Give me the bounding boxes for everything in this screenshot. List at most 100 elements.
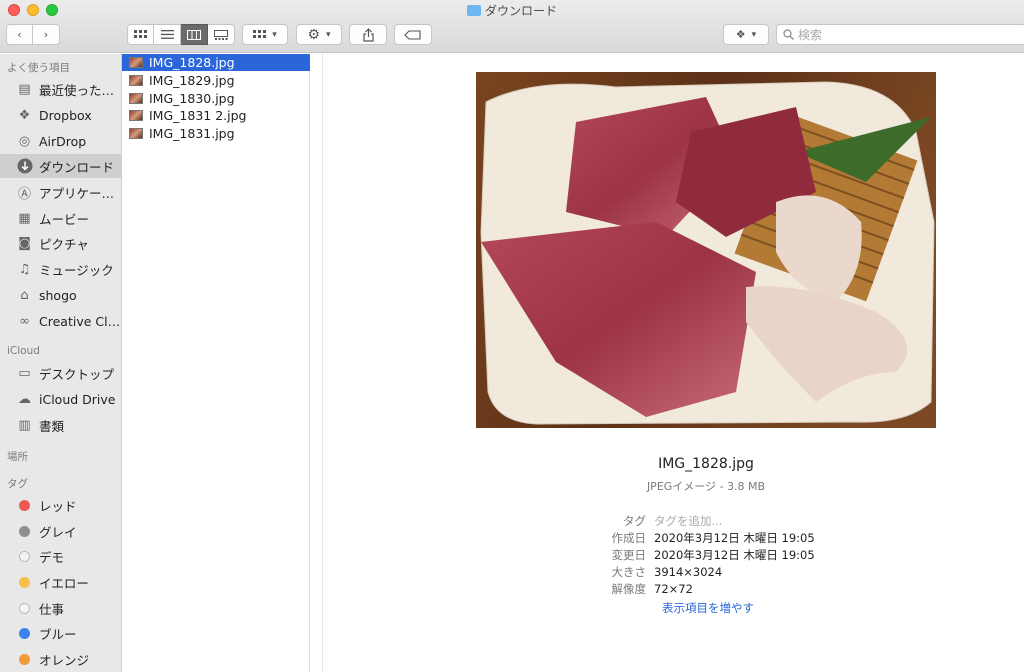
meta-value: 3914×3024	[654, 565, 723, 579]
sidebar: よく使う項目 ▤ 最近使った… ❖ Dropbox ◎ AirDrop ダウンロ…	[0, 54, 122, 672]
toolbar: ダウンロード ‹ › ▾ ⚙ ▾ ❖ ▾ 検索	[0, 0, 1024, 53]
preview-image	[476, 72, 936, 428]
meta-row-dimensions: 大きさ 3914×3024	[592, 564, 952, 580]
sidebar-item-dropbox[interactable]: ❖ Dropbox	[0, 103, 122, 127]
applications-icon: Ⓐ	[17, 186, 31, 202]
sidebar-item-downloads[interactable]: ダウンロード	[0, 154, 122, 178]
meta-key: 変更日	[611, 548, 647, 562]
image-thumbnail	[129, 128, 143, 139]
tag-color-dot	[19, 602, 30, 614]
movies-icon: ▦	[18, 210, 31, 226]
folder-icon	[466, 5, 481, 16]
sidebar-item-recents[interactable]: ▤ 最近使った…	[0, 77, 122, 101]
back-button[interactable]: ‹	[6, 24, 33, 45]
file-item[interactable]: IMG_1828.jpg	[122, 54, 310, 71]
meta-row-tags: タグ タグを追加...	[592, 513, 952, 529]
sidebar-tag-blue[interactable]: ブルー	[0, 621, 122, 645]
dropbox-button[interactable]: ❖ ▾	[723, 24, 769, 45]
chevron-left-icon: ‹	[17, 28, 22, 41]
gallery-view-icon	[214, 29, 228, 40]
image-thumbnail	[129, 93, 143, 104]
tag-color-dot	[19, 653, 30, 665]
nav-buttons: ‹ ›	[6, 24, 60, 45]
column-view-button[interactable]	[181, 24, 208, 45]
sidebar-item-airdrop[interactable]: ◎ AirDrop	[0, 129, 122, 153]
sidebar-item-desktop[interactable]: ▭ デスクトップ	[0, 361, 122, 385]
sidebar-tag-gray[interactable]: グレイ	[0, 519, 122, 543]
downloads-icon	[16, 158, 33, 175]
meta-key: 作成日	[611, 531, 647, 545]
sidebar-header-favorites: よく使う項目	[7, 62, 70, 74]
sidebar-tag-demo[interactable]: デモ	[0, 544, 122, 568]
sidebar-tag-orange[interactable]: オレンジ	[0, 647, 122, 671]
share-button[interactable]	[349, 24, 387, 45]
file-item[interactable]: IMG_1830.jpg	[122, 90, 310, 107]
desktop-icon: ▭	[18, 365, 31, 381]
tag-color-dot	[19, 499, 30, 511]
creative-cloud-icon: ∞	[19, 313, 30, 329]
sidebar-tag-red[interactable]: レッド	[0, 493, 122, 517]
image-thumbnail	[129, 110, 143, 121]
show-more-link[interactable]: 表示項目を増やす	[662, 600, 754, 616]
meta-value: 2020年3月12日 木曜日 19:05	[654, 548, 815, 562]
sidebar-item-documents[interactable]: ▥ 書類	[0, 413, 122, 437]
search-icon	[783, 29, 794, 40]
group-icon	[253, 30, 267, 38]
chevron-down-icon: ▾	[326, 29, 331, 40]
file-item[interactable]: IMG_1831 2.jpg	[122, 107, 310, 124]
gallery-view-button[interactable]	[208, 24, 235, 45]
meta-value: 2020年3月12日 木曜日 19:05	[654, 531, 815, 545]
icon-view-icon	[134, 30, 147, 38]
file-item[interactable]: IMG_1831.jpg	[122, 125, 310, 142]
tag-color-dot	[19, 576, 30, 588]
sidebar-item-movies[interactable]: ▦ ムービー	[0, 206, 122, 230]
file-item[interactable]: IMG_1829.jpg	[122, 72, 310, 89]
home-icon: ⌂	[20, 287, 29, 303]
sidebar-item-music[interactable]: ♫ ミュージック	[0, 257, 122, 281]
list-view-button[interactable]	[154, 24, 181, 45]
share-icon	[362, 27, 374, 42]
group-button[interactable]: ▾	[242, 24, 288, 45]
sidebar-tag-yellow[interactable]: イエロー	[0, 570, 122, 594]
icon-view-button[interactable]	[127, 24, 154, 45]
airdrop-icon: ◎	[18, 133, 31, 149]
sidebar-item-applications[interactable]: Ⓐ アプリケー…	[0, 180, 122, 204]
music-icon: ♫	[18, 261, 31, 277]
sidebar-header-icloud: iCloud	[7, 345, 40, 357]
sidebar-item-creative-cloud[interactable]: ∞ Creative Cl…	[0, 309, 122, 333]
meta-row-created: 作成日 2020年3月12日 木曜日 19:05	[592, 530, 952, 546]
search-placeholder: 検索	[798, 28, 823, 42]
view-mode-control	[127, 24, 235, 45]
tag-icon	[404, 29, 421, 40]
sidebar-header-tags: タグ	[7, 478, 28, 490]
file-column: IMG_1828.jpg IMG_1829.jpg IMG_1830.jpg I…	[122, 54, 310, 672]
sidebar-item-home[interactable]: ⌂ shogo	[0, 283, 122, 307]
search-field[interactable]: 検索	[776, 24, 1024, 45]
gear-icon: ⚙	[307, 26, 321, 43]
sidebar-header-places: 場所	[7, 451, 28, 463]
image-thumbnail	[129, 75, 143, 86]
sidebar-tag-work[interactable]: 仕事	[0, 596, 122, 620]
list-view-icon	[160, 30, 174, 39]
column-divider[interactable]	[322, 54, 323, 672]
chevron-down-icon: ▾	[272, 29, 277, 40]
meta-value: 72×72	[654, 582, 693, 596]
preview-kind: JPEGイメージ - 3.8 MB	[646, 480, 766, 493]
tags-button[interactable]	[394, 24, 432, 45]
column-view-icon	[187, 29, 201, 40]
dropbox-icon: ❖	[18, 107, 31, 123]
tag-color-dot	[19, 525, 30, 537]
meta-row-modified: 変更日 2020年3月12日 木曜日 19:05	[592, 547, 952, 563]
window-title: ダウンロード	[0, 2, 1024, 19]
add-tag-field[interactable]: タグを追加...	[654, 513, 722, 529]
image-thumbnail	[129, 57, 143, 68]
tag-color-dot	[19, 627, 30, 639]
forward-button[interactable]: ›	[33, 24, 60, 45]
dropbox-icon: ❖	[735, 28, 746, 41]
chevron-right-icon: ›	[43, 28, 49, 41]
preview-filename: IMG_1828.jpg	[658, 456, 754, 472]
sidebar-item-icloud-drive[interactable]: ☁ iCloud Drive	[0, 387, 122, 411]
recents-icon: ▤	[18, 81, 31, 97]
action-button[interactable]: ⚙ ▾	[296, 24, 342, 45]
sidebar-item-pictures[interactable]: ◙ ピクチャ	[0, 231, 122, 255]
